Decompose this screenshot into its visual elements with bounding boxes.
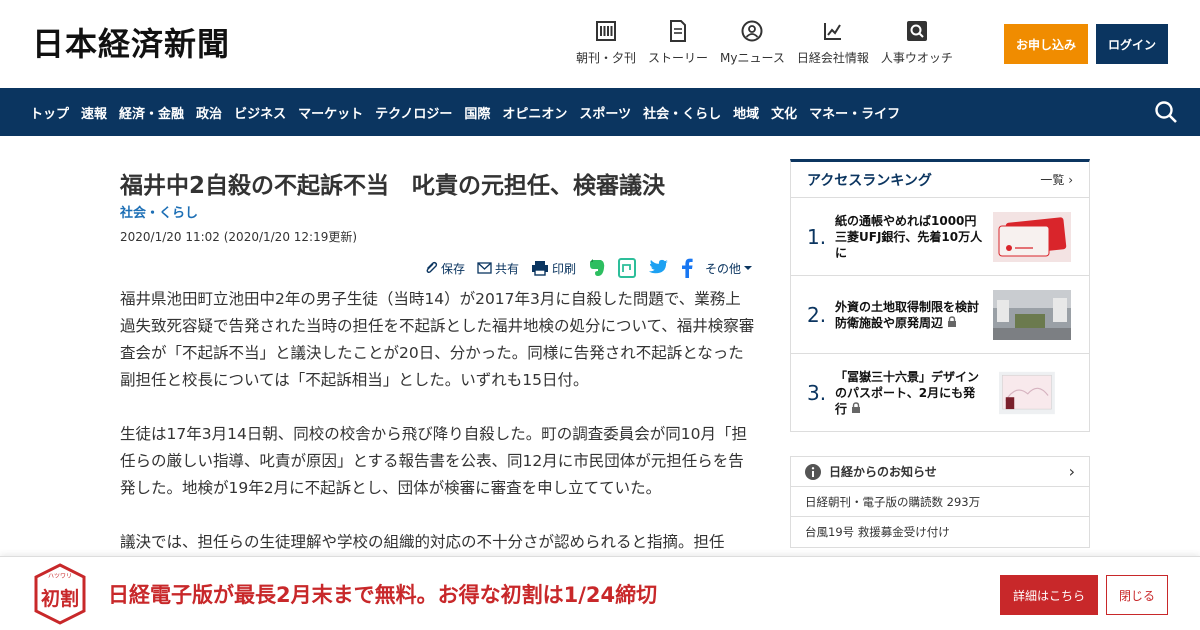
nav-item-society[interactable]: 社会・くらし	[637, 103, 727, 122]
header-nav-morning-evening[interactable]: 朝刊・夕刊	[576, 20, 636, 66]
nav-item-top[interactable]: トップ	[24, 103, 75, 122]
notice-title: 日経からのお知らせ	[829, 465, 937, 479]
person-icon	[741, 20, 763, 42]
logo-text: 初割	[41, 587, 79, 610]
article-title: 福井中2自殺の不起訴不当 叱責の元担任、検審議決	[120, 173, 666, 199]
article-paragraph: 生徒は17年3月14日朝、同校の校舎から飛び降り自殺した。町の調査委員会が同10…	[120, 425, 748, 497]
info-icon	[805, 463, 821, 480]
facebook-icon[interactable]	[681, 258, 693, 278]
document-icon	[667, 20, 689, 42]
caret-down-icon	[744, 266, 752, 270]
nav-item-opinion[interactable]: オピニオン	[496, 103, 573, 122]
detail-button[interactable]: 詳細はこちら	[1000, 575, 1098, 615]
ranking-title: アクセスランキング	[807, 172, 932, 189]
promo-banner: ハツワリ 初割 日経電子版が最長2月末まで無料。お得な初割は1/24締切 詳細は…	[0, 556, 1200, 630]
more-label: その他	[704, 261, 741, 276]
search-icon[interactable]	[1154, 100, 1178, 124]
twitter-icon[interactable]	[648, 259, 669, 277]
nav-item-business[interactable]: ビジネス	[228, 103, 292, 122]
header-nav-story[interactable]: ストーリー	[648, 20, 708, 66]
ranking-header: アクセスランキング 一覧 ›	[791, 162, 1089, 198]
ranking-thumbnail	[993, 289, 1071, 340]
header-nav-label: Myニュース	[720, 51, 785, 65]
nikkei-notice: 日経からのお知らせ › 日経朝刊・電子版の購読数 293万 台風19号 救援募金…	[790, 456, 1090, 548]
site-header: 日本経済新聞 朝刊・夕刊 ストーリー Myニュース 日経会社情報 人事ウオッチ …	[0, 0, 1200, 88]
ranking-headline: 「冨嶽三十六景」デザインのパスポート、2月にも発行	[835, 369, 985, 417]
newspaper-icon	[595, 20, 617, 42]
access-ranking: アクセスランキング 一覧 › 1. 紙の通帳やめれば1000円 三菱UFJ銀行、…	[790, 159, 1090, 432]
logo-ruby: ハツワリ	[48, 573, 72, 580]
promo-text: 日経電子版が最長2月末まで無料。お得な初割は1/24締切	[108, 583, 658, 607]
ranking-number: 1.	[807, 224, 827, 249]
article-paragraph: 議決では、担任らの生徒理解や学校の組織的対応の不十分さが認められると指摘。担任	[120, 533, 725, 551]
chevron-right-icon: ›	[1068, 462, 1075, 481]
ranking-more-label: 一覧	[1040, 173, 1065, 187]
nav-item-technology[interactable]: テクノロジー	[369, 103, 458, 122]
nav-item-culture[interactable]: 文化	[765, 103, 803, 122]
print-label: 印刷	[551, 261, 576, 276]
ranking-thumbnail	[999, 371, 1055, 415]
article-date: 2020/1/20 11:02 (2020/1/20 12:19更新)	[120, 230, 358, 244]
magnifier-icon	[906, 20, 928, 42]
print-button[interactable]: 印刷	[531, 260, 576, 277]
save-label: 保存	[440, 261, 465, 276]
article: 福井中2自殺の不起訴不当 叱責の元担任、検審議決 社会・くらし 2020/1/2…	[120, 160, 756, 583]
ranking-more-link[interactable]: 一覧 ›	[1040, 171, 1073, 188]
nav-item-region[interactable]: 地域	[727, 103, 765, 122]
header-nav-label: 人事ウオッチ	[880, 51, 953, 65]
chevron-right-icon: ›	[1068, 173, 1073, 187]
header-nav-label: 日経会社情報	[796, 51, 869, 65]
ranking-item[interactable]: 3. 「冨嶽三十六景」デザインのパスポート、2月にも発行	[791, 354, 1089, 432]
header-nav: 朝刊・夕刊 ストーリー Myニュース 日経会社情報 人事ウオッチ	[570, 20, 959, 66]
ranking-number: 2.	[807, 302, 827, 327]
notice-item[interactable]: 台風19号 救援募金受け付け	[791, 517, 1089, 547]
nav-item-money-life[interactable]: マネー・ライフ	[803, 103, 906, 122]
nav-item-sports[interactable]: スポーツ	[573, 103, 637, 122]
header-nav-company-info[interactable]: 日経会社情報	[797, 20, 869, 66]
ranking-headline: 外資の土地取得制限を検討 防衛施設や原発周辺	[835, 299, 991, 331]
apply-button[interactable]: お申し込み	[1004, 24, 1088, 64]
ranking-item[interactable]: 1. 紙の通帳やめれば1000円 三菱UFJ銀行、先着10万人に	[791, 198, 1089, 276]
header-nav-personnel-watch[interactable]: 人事ウオッチ	[881, 20, 953, 66]
lock-icon	[947, 315, 957, 330]
mail-icon	[477, 262, 492, 274]
article-body: 福井県池田町立池田中2年の男子生徒（当時14）が2017年3月に自殺した問題で、…	[120, 286, 756, 556]
notice-header[interactable]: 日経からのお知らせ ›	[791, 457, 1089, 487]
note-icon[interactable]	[617, 258, 636, 278]
ranking-number: 3.	[807, 381, 827, 405]
nav-item-breaking[interactable]: 速報	[75, 103, 113, 122]
hatsuwari-logo: ハツワリ 初割	[34, 563, 86, 625]
ranking-item[interactable]: 2. 外資の土地取得制限を検討 防衛施設や原発周辺	[791, 276, 1089, 354]
header-nav-label: 朝刊・夕刊	[576, 51, 637, 65]
nav-item-politics[interactable]: 政治	[190, 103, 228, 122]
nav-item-international[interactable]: 国際	[458, 103, 496, 122]
chart-icon	[822, 20, 844, 42]
site-logo[interactable]: 日本経済新聞	[32, 26, 230, 62]
ranking-headline: 紙の通帳やめれば1000円 三菱UFJ銀行、先着10万人に	[835, 213, 989, 260]
ranking-headline-text: 外資の土地取得制限を検討 防衛施設や原発周辺	[835, 299, 992, 330]
category-navbar: トップ 速報 経済・金融 政治 ビジネス マーケット テクノロジー 国際 オピニ…	[0, 88, 1200, 136]
article-toolbar: 保存 共有 印刷 その他	[120, 252, 756, 284]
notice-item[interactable]: 日経朝刊・電子版の購読数 293万	[791, 487, 1089, 517]
nav-item-economy[interactable]: 経済・金融	[113, 103, 190, 122]
nav-item-market[interactable]: マーケット	[292, 103, 369, 122]
close-button[interactable]: 閉じる	[1106, 575, 1168, 615]
clip-icon	[426, 261, 438, 274]
save-button[interactable]: 保存	[424, 260, 465, 277]
share-button[interactable]: 共有	[477, 260, 519, 277]
header-nav-label: ストーリー	[648, 51, 709, 65]
share-label: 共有	[494, 261, 519, 276]
lock-icon	[851, 402, 861, 416]
more-dropdown[interactable]: その他	[705, 260, 756, 277]
evernote-icon[interactable]	[588, 258, 606, 278]
header-nav-my-news[interactable]: Myニュース	[720, 20, 785, 66]
ranking-thumbnail	[993, 211, 1071, 262]
article-paragraph: 福井県池田町立池田中2年の男子生徒（当時14）が2017年3月に自殺した問題で、…	[120, 290, 755, 389]
printer-icon	[531, 261, 548, 276]
login-button[interactable]: ログイン	[1096, 24, 1168, 64]
